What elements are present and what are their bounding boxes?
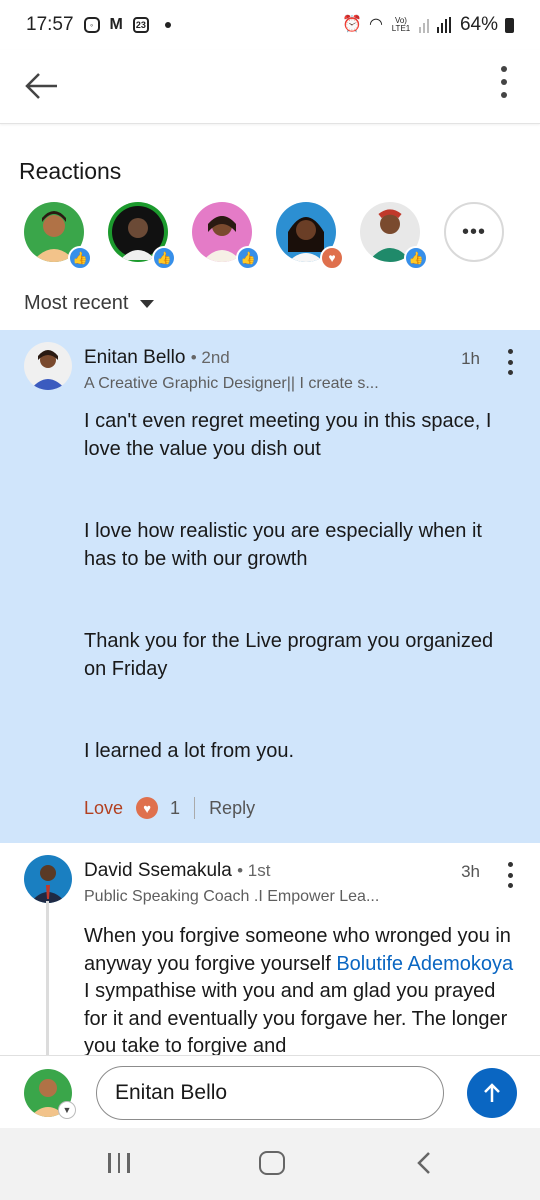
commenter-avatar[interactable] (24, 342, 72, 390)
thread-line (46, 901, 49, 1055)
like-badge-icon: 👍 (152, 246, 176, 270)
mention-link[interactable]: Bolutife Ademokoya (336, 953, 513, 975)
network-label: Vo) LTE1 (391, 16, 411, 33)
signal-icon (418, 17, 451, 33)
commenter-headline: A Creative Graphic Designer|| I create s… (84, 375, 379, 392)
more-reactors-button[interactable]: ••• (444, 202, 504, 262)
connection-degree: • 1st (237, 861, 271, 880)
wifi-icon: ◠ (369, 16, 383, 33)
calendar-icon: 23 (132, 17, 149, 33)
comment-input[interactable]: Enitan Bello (96, 1066, 444, 1120)
alarm-icon: ⏰ (342, 16, 362, 33)
sort-label: Most recent (24, 292, 129, 314)
commenter-name-row[interactable]: Enitan Bello • 2nd (84, 347, 230, 369)
back-button[interactable] (24, 68, 60, 104)
reactor-avatar[interactable]: 👍 (24, 202, 92, 270)
comment-more-button[interactable] (508, 349, 514, 375)
comment-card: Enitan Bello • 2nd A Creative Graphic De… (0, 330, 540, 843)
chevron-down-icon: ▼ (58, 1101, 76, 1119)
more-options-button[interactable] (496, 64, 512, 100)
comment-paragraph: I learned a lot from you. (84, 740, 295, 762)
bar-icon (117, 1153, 120, 1173)
comment-paragraph: Thank you for the Live program you organ… (84, 630, 494, 680)
reactions-title: Reactions (19, 158, 122, 184)
dot-icon (508, 370, 513, 375)
connection-degree: • 2nd (190, 348, 230, 367)
dot-icon (508, 359, 513, 365)
reactor-avatar[interactable]: 👍 (360, 202, 428, 270)
home-button[interactable] (259, 1151, 285, 1175)
love-reaction-button[interactable]: Love (84, 798, 123, 819)
status-bar: 17:57 ◦ M 23 ⏰ ◠ Vo) LTE1 64% (0, 0, 540, 50)
send-button[interactable] (467, 1068, 517, 1118)
like-badge-icon: 👍 (68, 246, 92, 270)
like-badge-icon: 👍 (236, 246, 260, 270)
commenter-headline: Public Speaking Coach .I Empower Lea... (84, 888, 380, 905)
battery-icon (505, 17, 514, 33)
recents-button[interactable] (108, 1153, 130, 1173)
comment-time: 1h (461, 349, 480, 368)
chevron-left-icon (417, 1152, 430, 1174)
commenter-avatar[interactable] (24, 855, 72, 903)
battery-percent: 64% (459, 14, 498, 35)
reactor-avatar[interactable]: ♥ (276, 202, 344, 270)
like-badge-icon: 👍 (404, 246, 428, 270)
comment-paragraph: I love how realistic you are especially … (84, 520, 482, 570)
divider (194, 797, 196, 819)
reply-button[interactable]: Reply (209, 798, 255, 819)
love-badge-icon: ♥ (320, 246, 344, 270)
dot-icon (501, 92, 507, 98)
notification-dot-icon (164, 22, 171, 28)
arrow-up-icon (484, 1083, 500, 1102)
commenter-name-row[interactable]: David Ssemakula • 1st (84, 860, 270, 882)
reaction-count[interactable]: 1 (170, 798, 180, 819)
commenter-name: David Ssemakula (84, 860, 232, 881)
reactor-avatar[interactable]: 👍 (192, 202, 260, 270)
caret-down-icon (140, 299, 155, 308)
more-icon: ••• (444, 202, 504, 262)
gmail-icon: M (109, 16, 123, 33)
dot-icon (508, 883, 513, 888)
bar-icon (108, 1153, 111, 1173)
comment-composer: ▼ Enitan Bello (0, 1055, 540, 1128)
arrow-left-icon (25, 73, 57, 99)
comment-more-button[interactable] (508, 862, 514, 888)
comment-card: David Ssemakula • 1st Public Speaking Co… (0, 843, 540, 1055)
sort-dropdown[interactable]: Most recent (24, 292, 155, 315)
system-back-button[interactable] (415, 1151, 435, 1175)
system-nav-bar (0, 1128, 540, 1200)
comment-text: I sympathise with you and am glad you pr… (84, 980, 508, 1055)
comment-body: I can't even regret meeting you in this … (84, 408, 514, 821)
status-time: 17:57 (26, 14, 74, 35)
dot-icon (501, 79, 507, 85)
dot-icon (508, 349, 513, 354)
instagram-icon: ◦ (83, 17, 100, 33)
commenter-name: Enitan Bello (84, 347, 186, 368)
reactors-row: 👍 👍 👍 ♥ 👍 ••• (24, 202, 528, 270)
dot-icon (508, 862, 513, 867)
reactor-avatar[interactable]: 👍 (108, 202, 176, 270)
bar-icon (127, 1153, 130, 1173)
author-switcher[interactable]: ▼ (24, 1069, 76, 1119)
heart-icon: ♥ (136, 797, 159, 819)
comment-body: When you forgive someone who wronged you… (84, 923, 514, 1055)
dot-icon (501, 66, 507, 72)
comment-time: 3h (461, 862, 480, 881)
app-bar (0, 50, 540, 124)
comment-paragraph: I can't even regret meeting you in this … (84, 410, 492, 460)
dot-icon (508, 872, 513, 878)
comment-actions: Love ♥ 1 Reply (84, 797, 255, 819)
